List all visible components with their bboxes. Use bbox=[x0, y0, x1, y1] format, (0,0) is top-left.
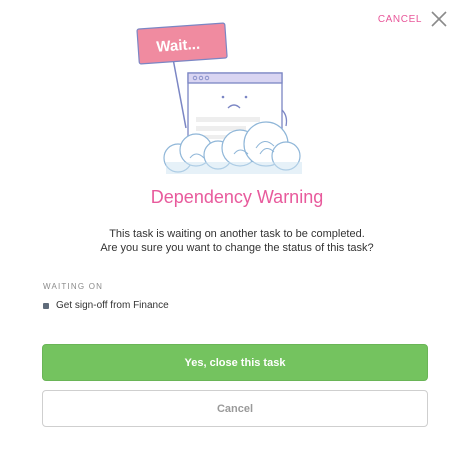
dependency-item-label: Get sign-off from Finance bbox=[56, 300, 169, 311]
confirm-close-task-button[interactable]: Yes, close this task bbox=[42, 344, 428, 381]
waiting-browser-illustration-icon: Wait... bbox=[136, 22, 302, 174]
waiting-on-label: WAITING ON bbox=[43, 282, 104, 291]
cancel-link-label[interactable]: CANCEL bbox=[378, 14, 422, 25]
dialog-message-line-2: Are you sure you want to change the stat… bbox=[100, 242, 374, 254]
dialog-message: This task is waiting on another task to … bbox=[0, 227, 474, 255]
wait-sign-text: Wait... bbox=[156, 36, 201, 56]
dialog-message-line-1: This task is waiting on another task to … bbox=[109, 228, 365, 240]
cancel-close-button[interactable]: CANCEL bbox=[378, 10, 448, 28]
bullet-icon bbox=[43, 302, 49, 309]
close-icon[interactable] bbox=[430, 10, 448, 28]
dialog-title: Dependency Warning bbox=[150, 187, 324, 207]
dependency-item: Get sign-off from Finance bbox=[43, 300, 169, 311]
cancel-button[interactable]: Cancel bbox=[42, 390, 428, 427]
